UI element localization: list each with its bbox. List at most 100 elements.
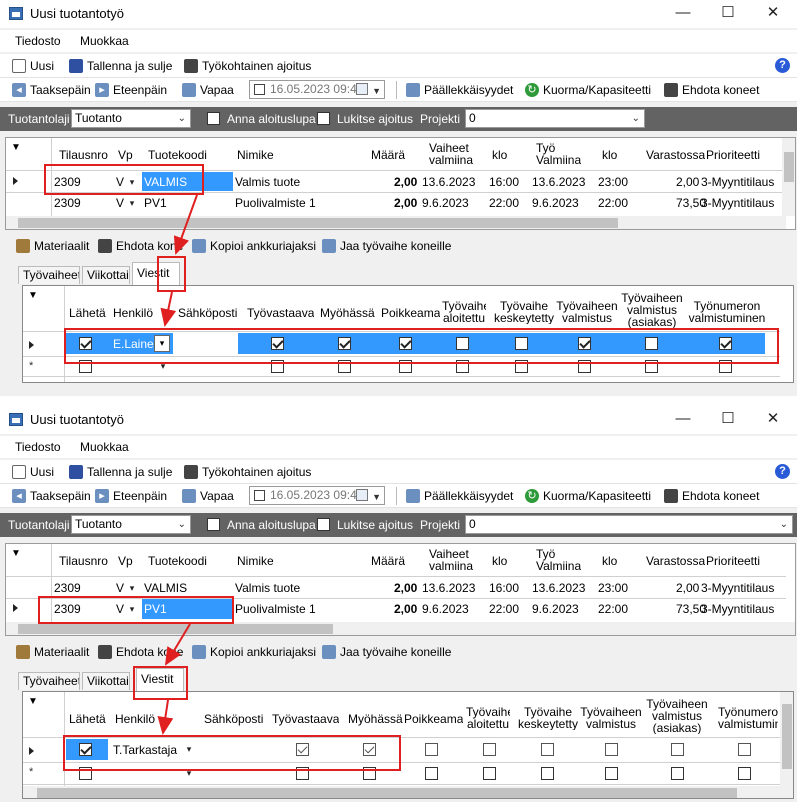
- overlaps-button[interactable]: Päällekkäisyydet: [404, 487, 513, 505]
- header-time1[interactable]: klo: [492, 554, 507, 568]
- copy-anchor-button[interactable]: Kopioi ankkuriajaksi: [190, 643, 316, 661]
- header-responsible[interactable]: Työvastaava: [272, 712, 339, 726]
- chevron-down-icon[interactable]: ▾: [125, 175, 139, 189]
- header-priority[interactable]: Prioriteetti: [706, 148, 760, 162]
- suggest-machines-button[interactable]: Ehdota koneet: [662, 487, 759, 505]
- header-product[interactable]: Tuotekoodi: [148, 554, 207, 568]
- new-row-checkbox[interactable]: [645, 360, 658, 373]
- email-cell[interactable]: [173, 333, 238, 354]
- new-row-checkbox[interactable]: [363, 767, 376, 780]
- help-icon[interactable]: ?: [775, 58, 790, 73]
- maximize-icon[interactable]: ☐: [705, 3, 751, 25]
- message-option-checkbox[interactable]: [296, 743, 309, 756]
- message-option-checkbox[interactable]: [541, 743, 554, 756]
- cell-product[interactable]: PV1: [144, 602, 167, 616]
- copy-anchor-button[interactable]: Kopioi ankkuriajaksi: [190, 237, 316, 255]
- suggest-machine-button[interactable]: Ehdota kone: [96, 237, 183, 255]
- tab-weekly[interactable]: Viikottain: [82, 266, 130, 284]
- close-icon[interactable]: ✕: [750, 3, 796, 25]
- date-picker[interactable]: 16.05.2023 09:40 ▼: [249, 80, 385, 99]
- free-button[interactable]: Vapaa: [180, 81, 234, 99]
- cell-name[interactable]: Puolivalmiste 1: [235, 196, 316, 210]
- split-phase-button[interactable]: Jaa työvaihe koneille: [320, 237, 451, 255]
- cell-priority[interactable]: 3-Myyntitilaus: [701, 581, 774, 595]
- cell-stock[interactable]: 2,00: [676, 581, 699, 595]
- production-type-select[interactable]: Tuotanto ⌄: [71, 515, 191, 534]
- forward-button[interactable]: ▸ Eteenpäin: [93, 487, 167, 505]
- tab-phases[interactable]: Työvaiheet: [18, 672, 80, 690]
- cell-order-no[interactable]: 2309: [54, 602, 81, 616]
- sort-icon[interactable]: ▼: [28, 695, 38, 709]
- new-row-checkbox[interactable]: [738, 767, 751, 780]
- cell-time1[interactable]: 22:00: [489, 196, 519, 210]
- sort-icon[interactable]: ▼: [28, 289, 38, 303]
- tab-weekly[interactable]: Viikottain: [82, 672, 130, 690]
- date-picker[interactable]: 16.05.2023 09:40 ▼: [249, 486, 385, 505]
- cell-phase-done[interactable]: 13.6.2023: [422, 581, 475, 595]
- cell-work-done[interactable]: 13.6.2023: [532, 581, 585, 595]
- close-icon[interactable]: ✕: [750, 409, 796, 431]
- load-capacity-button[interactable]: ↻ Kuorma/Kapasiteetti: [523, 81, 651, 99]
- cell-time1[interactable]: 16:00: [489, 581, 519, 595]
- message-option-checkbox[interactable]: [425, 743, 438, 756]
- header-priority[interactable]: Prioriteetti: [706, 554, 760, 568]
- cell-priority[interactable]: 3-Myyntitilaus: [701, 602, 774, 616]
- sort-icon[interactable]: ▼: [11, 547, 21, 561]
- cell-name[interactable]: Puolivalmiste 1: [235, 602, 316, 616]
- cell-work-done[interactable]: 9.6.2023: [532, 196, 579, 210]
- cell-time2[interactable]: 22:00: [598, 196, 628, 210]
- minimize-icon[interactable]: —: [660, 3, 706, 25]
- header-order-no[interactable]: Tilausnro: [59, 148, 108, 162]
- message-option-checkbox[interactable]: [671, 743, 684, 756]
- split-phase-button[interactable]: Jaa työvaihe koneille: [320, 643, 451, 661]
- cell-vp[interactable]: V: [116, 581, 124, 595]
- cell-order-no[interactable]: 2309: [54, 581, 81, 595]
- cell-person[interactable]: T.Tarkastaja: [113, 743, 177, 757]
- new-row-checkbox[interactable]: [541, 767, 554, 780]
- person-dropdown[interactable]: ▾: [154, 335, 170, 352]
- message-option-checkbox[interactable]: [363, 743, 376, 756]
- job-run-button[interactable]: Työkohtainen ajoitus: [182, 57, 311, 75]
- new-row-checkbox[interactable]: [296, 767, 309, 780]
- overlaps-button[interactable]: Päällekkäisyydet: [404, 81, 513, 99]
- tab-messages[interactable]: Viestit: [136, 668, 184, 691]
- new-row-checkbox[interactable]: [338, 360, 351, 373]
- new-button[interactable]: Uusi: [10, 57, 54, 75]
- cell-vp[interactable]: V: [116, 602, 124, 616]
- header-stock[interactable]: Varastossa: [646, 148, 705, 162]
- header-work-order-done[interactable]: Työnumeronvalmistumin: [718, 706, 778, 730]
- menu-edit[interactable]: Muokkaa: [80, 440, 129, 454]
- cell-vp[interactable]: V: [116, 175, 124, 189]
- chevron-down-icon[interactable]: ▾: [125, 602, 139, 616]
- new-row-checkbox[interactable]: [399, 360, 412, 373]
- cell-qty[interactable]: 2,00: [394, 196, 417, 210]
- vertical-scrollbar[interactable]: [780, 286, 793, 382]
- date-checkbox[interactable]: [254, 490, 265, 501]
- header-phase-done[interactable]: Vaiheet valmiina: [429, 142, 473, 166]
- free-button[interactable]: Vapaa: [180, 487, 234, 505]
- header-work-order-done[interactable]: Työnumeron valmistuminen: [687, 300, 767, 324]
- load-capacity-button[interactable]: ↻ Kuorma/Kapasiteetti: [523, 487, 651, 505]
- project-select[interactable]: 0 ⌄: [465, 515, 793, 534]
- cell-priority[interactable]: 3-Myyntitilaus: [701, 196, 774, 210]
- message-option-checkbox[interactable]: [719, 337, 732, 350]
- cell-product[interactable]: VALMIS: [144, 175, 187, 189]
- message-option-checkbox[interactable]: [605, 743, 618, 756]
- header-stock[interactable]: Varastossa: [646, 554, 705, 568]
- header-name[interactable]: Nimike: [237, 554, 274, 568]
- header-product[interactable]: Tuotekoodi: [148, 148, 207, 162]
- message-option-checkbox[interactable]: [578, 337, 591, 350]
- header-work-done[interactable]: Työ Valmiina: [536, 548, 581, 572]
- message-option-checkbox[interactable]: [79, 743, 92, 756]
- header-paused[interactable]: Työvaihe keskeytetty: [493, 300, 555, 324]
- lock-run-checkbox[interactable]: [317, 518, 330, 531]
- horizontal-scrollbar[interactable]: [6, 216, 786, 229]
- cell-order-no[interactable]: 2309: [54, 175, 81, 189]
- header-name[interactable]: Nimike: [237, 148, 274, 162]
- new-row-checkbox[interactable]: [483, 767, 496, 780]
- scroll-thumb[interactable]: [18, 218, 618, 228]
- suggest-machine-button[interactable]: Ehdota kone: [96, 643, 183, 661]
- menu-file[interactable]: Tiedosto: [15, 440, 61, 454]
- cell-phase-done[interactable]: 9.6.2023: [422, 602, 469, 616]
- scroll-thumb[interactable]: [18, 624, 333, 634]
